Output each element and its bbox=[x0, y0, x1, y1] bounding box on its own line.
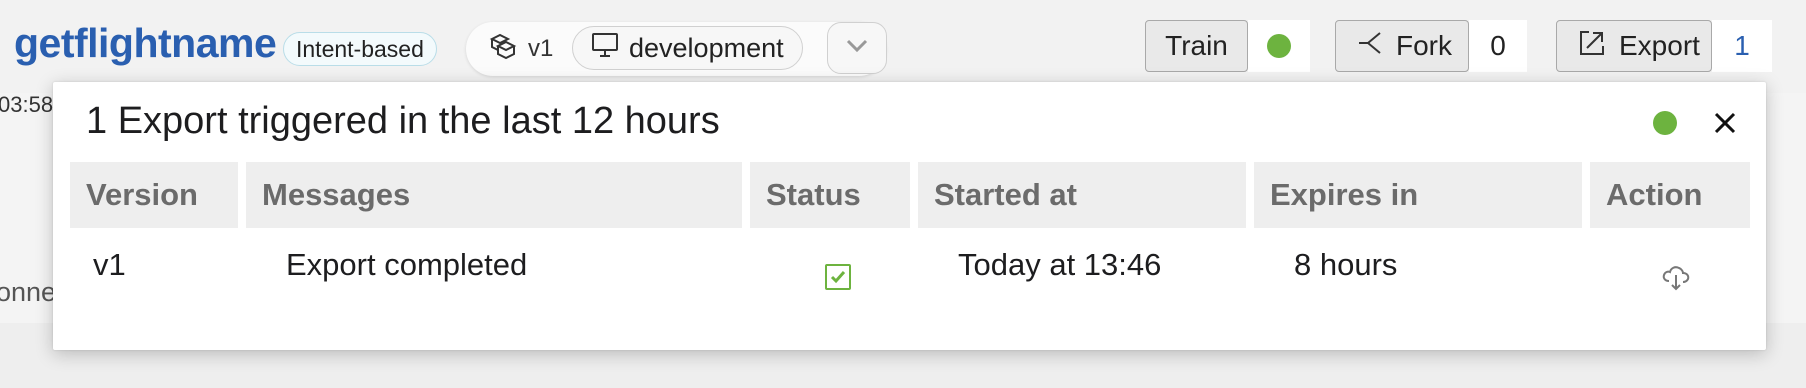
completed-check-icon bbox=[825, 264, 851, 290]
panel-title: 1 Export triggered in the last 12 hours bbox=[86, 100, 720, 142]
export-icon bbox=[1577, 28, 1607, 65]
column-header-expires-in: Expires in bbox=[1254, 162, 1582, 228]
intent-badge: Intent-based bbox=[283, 32, 437, 66]
row-started-at: Today at 13:46 bbox=[958, 247, 1162, 282]
column-header-version: Version bbox=[70, 162, 238, 228]
export-button[interactable]: Export bbox=[1556, 20, 1712, 72]
fork-count: 0 bbox=[1469, 20, 1527, 72]
row-version: v1 bbox=[93, 247, 126, 282]
version-stack-icon bbox=[488, 31, 518, 68]
export-count: 1 bbox=[1712, 20, 1772, 72]
column-header-action: Action bbox=[1590, 162, 1750, 228]
export-status-panel: 1 Export triggered in the last 12 hours … bbox=[53, 82, 1766, 350]
train-button[interactable]: Train bbox=[1145, 20, 1248, 72]
row-message: Export completed bbox=[286, 247, 528, 282]
download-icon[interactable] bbox=[1661, 263, 1691, 293]
column-header-messages: Messages bbox=[246, 162, 742, 228]
close-icon bbox=[1713, 111, 1737, 138]
environment-selector[interactable]: development bbox=[572, 26, 803, 70]
row-expires-in: 8 hours bbox=[1294, 247, 1398, 282]
fork-icon bbox=[1356, 29, 1384, 64]
train-status-dot bbox=[1267, 34, 1291, 58]
export-status-dot bbox=[1653, 111, 1677, 135]
app-title: getflightname bbox=[14, 20, 277, 66]
version-label: v1 bbox=[528, 35, 554, 62]
close-button[interactable] bbox=[1703, 102, 1747, 146]
column-header-status: Status bbox=[750, 162, 910, 228]
column-header-started-at: Started at bbox=[918, 162, 1246, 228]
version-selector[interactable]: v1 bbox=[488, 28, 553, 70]
background-time-fragment: 03:58 bbox=[0, 92, 54, 117]
export-label: Export bbox=[1619, 30, 1700, 61]
fork-button[interactable]: Fork bbox=[1335, 20, 1469, 72]
train-status bbox=[1248, 20, 1310, 72]
monitor-icon bbox=[591, 32, 619, 65]
environment-dropdown-button[interactable] bbox=[827, 22, 887, 74]
chevron-down-icon bbox=[844, 38, 870, 59]
environment-label: development bbox=[629, 32, 784, 63]
background-row-fragment: onne bbox=[0, 277, 57, 307]
fork-label: Fork bbox=[1396, 30, 1452, 61]
